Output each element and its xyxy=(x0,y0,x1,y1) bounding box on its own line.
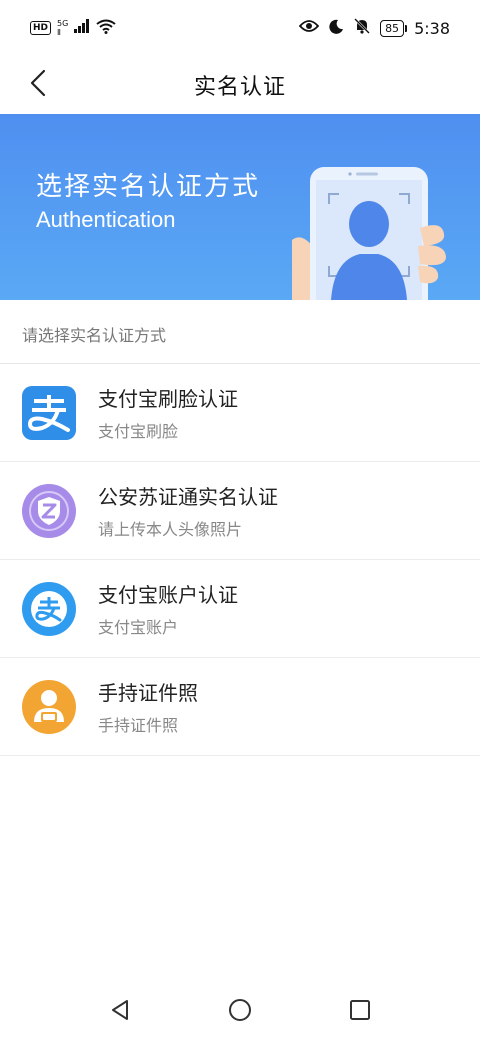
alipay-face-icon xyxy=(22,385,76,440)
status-right: 85 5:38 xyxy=(298,18,450,38)
option-title: 手持证件照 xyxy=(98,681,198,705)
banner-title: 选择实名认证方式 xyxy=(36,172,261,202)
option-text: 支付宝刷脸认证 支付宝刷脸 xyxy=(98,383,238,442)
back-button[interactable] xyxy=(18,64,58,106)
option-alipay-face[interactable]: 支付宝刷脸认证 支付宝刷脸 xyxy=(0,364,480,462)
back-triangle-icon xyxy=(109,998,131,1026)
option-text: 公安苏证通实名认证 请上传本人头像照片 xyxy=(98,481,278,540)
chevron-left-icon xyxy=(29,69,47,101)
phone-face-illustration xyxy=(292,162,452,300)
recent-square-icon xyxy=(349,999,371,1025)
nav-home-button[interactable] xyxy=(220,992,260,1032)
status-time: 5:38 xyxy=(414,18,450,38)
network-type: 5G xyxy=(57,19,69,28)
section-hint: 请选择实名认证方式 xyxy=(22,326,167,345)
network-label: 5G Ⅱ xyxy=(57,19,68,37)
signal-icon xyxy=(74,19,90,37)
option-police-verify[interactable]: 公安苏证通实名认证 请上传本人头像照片 xyxy=(0,462,480,560)
option-desc: 请上传本人头像照片 xyxy=(98,520,243,539)
option-desc: 手持证件照 xyxy=(98,716,179,735)
option-alipay-account[interactable]: 支付宝账户认证 支付宝账户 xyxy=(0,560,480,658)
eye-icon xyxy=(298,19,320,37)
wifi-icon xyxy=(96,19,116,38)
option-desc: 支付宝刷脸 xyxy=(98,422,179,441)
option-text: 支付宝账户认证 支付宝账户 xyxy=(98,579,238,638)
network-sim: Ⅱ xyxy=(57,28,61,37)
system-nav-bar xyxy=(0,984,480,1040)
hold-id-icon xyxy=(22,679,76,734)
option-title: 支付宝账户认证 xyxy=(98,583,238,607)
home-circle-icon xyxy=(228,998,252,1026)
auth-banner: 选择实名认证方式 Authentication xyxy=(0,114,480,300)
status-bar: HD 5G Ⅱ 85 5:38 xyxy=(0,0,480,56)
police-shield-icon xyxy=(22,483,76,538)
option-title: 公安苏证通实名认证 xyxy=(98,485,278,509)
app-header: 实名认证 xyxy=(0,56,480,114)
nav-recent-button[interactable] xyxy=(340,992,380,1032)
auth-options-list: 支付宝刷脸认证 支付宝刷脸 公安苏证通实名认证 请上传本人头像照片 支付宝账户认… xyxy=(0,364,480,756)
page-title: 实名认证 xyxy=(193,75,286,100)
option-text: 手持证件照 手持证件照 xyxy=(98,677,198,736)
hd-badge: HD xyxy=(30,21,52,35)
option-desc: 支付宝账户 xyxy=(98,618,179,637)
battery-icon: 85 xyxy=(380,19,408,37)
moon-icon xyxy=(329,19,344,38)
banner-subtitle: Authentication xyxy=(36,207,176,232)
option-hold-id[interactable]: 手持证件照 手持证件照 xyxy=(0,658,480,756)
alipay-account-icon xyxy=(22,581,76,636)
option-title: 支付宝刷脸认证 xyxy=(98,387,238,411)
bell-off-icon xyxy=(354,18,370,38)
status-left: HD 5G Ⅱ xyxy=(30,19,116,38)
nav-back-button[interactable] xyxy=(100,992,140,1032)
